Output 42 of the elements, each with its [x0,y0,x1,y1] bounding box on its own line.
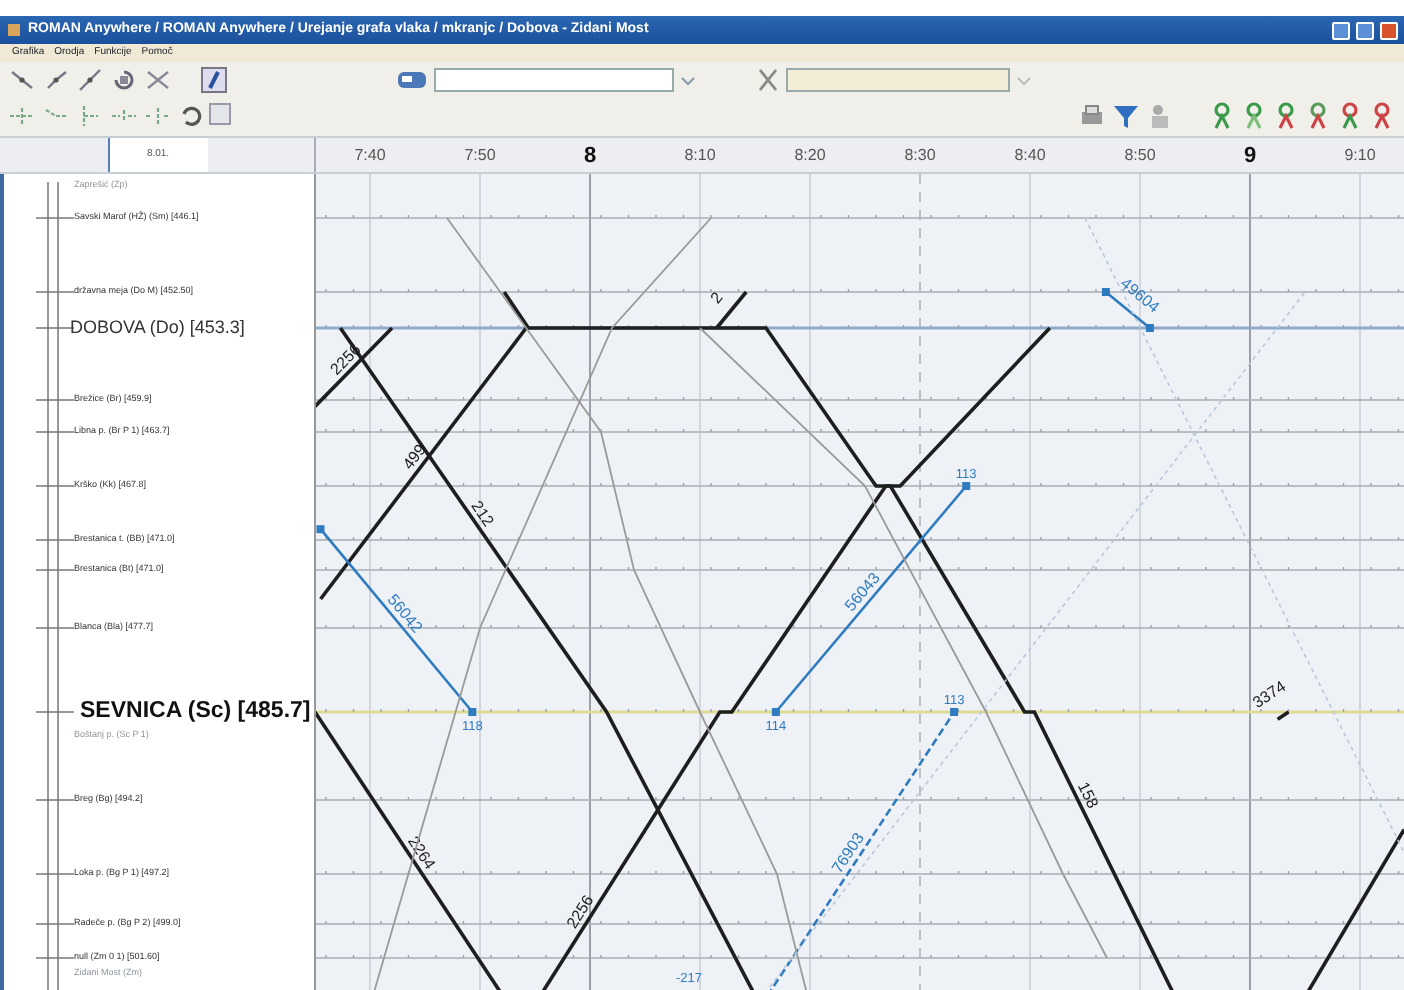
cross-lines-icon[interactable] [144,66,172,94]
stop-marker [468,708,477,716]
rotate-icon[interactable] [110,66,138,94]
person-stack-icon[interactable] [1146,102,1174,130]
train-number: 2 [706,288,727,308]
minimize-button[interactable] [1332,21,1350,39]
line-tool-icon[interactable] [76,66,104,94]
time-label: 8:10 [684,144,716,168]
time-label: 8:50 [1124,144,1156,168]
time-label: 8 [583,142,597,172]
line-tool-icon[interactable] [8,66,36,94]
undo-icon[interactable] [178,102,202,130]
train-field[interactable] [434,68,674,92]
app-icon [6,22,22,38]
train-number: 158 [1073,779,1102,812]
station-label: SEVNICA (Sc) [485.7] [80,696,311,727]
train-number: 3374 [1249,677,1290,712]
time-label: 7:50 [464,144,496,168]
edit-icon[interactable] [200,66,228,94]
stop-marker [771,708,780,716]
time-label: 8:20 [794,144,826,168]
filter-icon[interactable] [1112,102,1140,130]
stop-marker [316,525,325,534]
stop-marker [950,708,959,716]
line-tool-icon[interactable] [42,66,70,94]
close-button[interactable] [1380,21,1398,39]
station-label: DOBOVA (Do) [453.3] [70,314,245,341]
train-icon[interactable] [396,66,428,94]
time-label: 7:40 [354,144,386,168]
time-label: 9:10 [1344,144,1376,168]
train-number: 212 [467,497,498,530]
stop-marker [1101,288,1110,296]
split-tool-icon[interactable] [8,102,36,130]
filter-field[interactable] [786,68,1010,92]
stop-marker [962,482,971,490]
time-label: 9 [1243,142,1257,172]
clear-icon[interactable] [756,66,780,94]
printer-icon[interactable] [1078,102,1106,130]
stop-marker [1145,324,1154,332]
time-label: 8:40 [1014,144,1046,168]
time-label: 8:30 [904,144,936,168]
maximize-button[interactable] [1356,21,1374,39]
